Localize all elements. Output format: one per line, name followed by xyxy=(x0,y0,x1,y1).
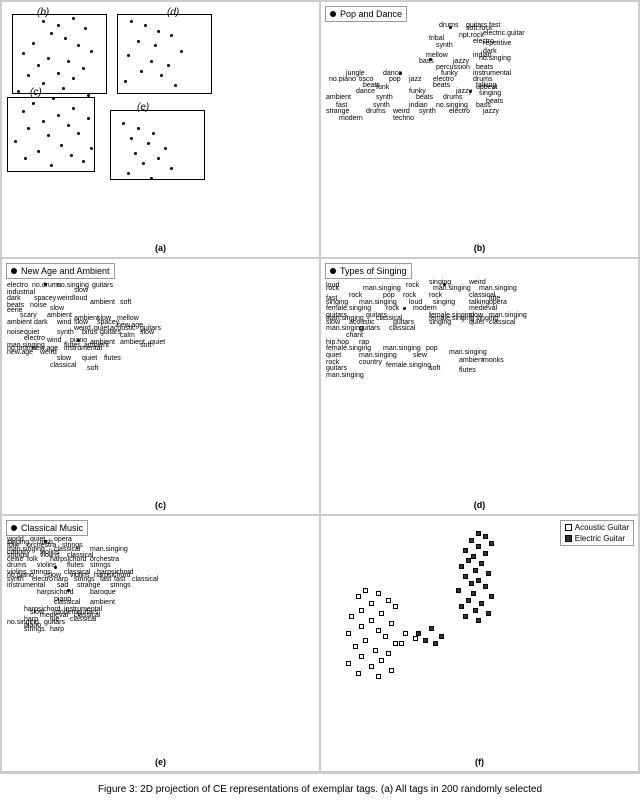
caption-text: Figure 3: 2D projection of CE representa… xyxy=(98,784,542,795)
legend-c-label: New Age and Ambient xyxy=(21,266,110,276)
panel-a-scatter: (b) (d) (c) (e) xyxy=(2,2,319,257)
panel-e-scatter: world quiet opera singing irish folk orc… xyxy=(2,534,319,771)
legend-c-dot xyxy=(11,268,17,274)
legend-d-dot xyxy=(330,268,336,274)
panel-a: (b) (d) (c) (e) xyxy=(1,1,320,258)
legend-b-label: Pop and Dance xyxy=(340,9,402,19)
panel-d: Types of Singing loud rock singing weird… xyxy=(320,258,639,515)
panel-e: Classical Music world quiet opera singin… xyxy=(1,515,320,772)
panel-c-label: (c) xyxy=(155,500,166,510)
bbox-e xyxy=(110,110,205,180)
panel-d-scatter: loud rock singing weird rock man.singing… xyxy=(321,277,638,514)
legend-e-dot xyxy=(11,525,17,531)
figure-caption: Figure 3: 2D projection of CE representa… xyxy=(0,773,640,805)
panel-f-label: (f) xyxy=(475,757,484,767)
panel-b-scatter: soft.rock drums guitars fast npt.rock tr… xyxy=(321,20,638,257)
legend-e-label: Classical Music xyxy=(21,523,83,533)
bbox-d xyxy=(117,14,212,94)
panel-e-label: (e) xyxy=(155,757,166,767)
panel-f-scatter xyxy=(321,516,638,771)
panel-a-label: (a) xyxy=(155,243,166,253)
panel-b-label: (b) xyxy=(474,243,486,253)
main-container: (b) (d) (c) (e) xyxy=(0,0,640,805)
panel-c-scatter: electro no.drums industrial dark spacey … xyxy=(2,277,319,514)
legend-b-dot xyxy=(330,11,336,17)
panels-grid: (b) (d) (c) (e) xyxy=(0,0,640,773)
panel-d-label: (d) xyxy=(474,500,486,510)
panel-b: Pop and Dance soft.rock drums guitars fa… xyxy=(320,1,639,258)
legend-d-label: Types of Singing xyxy=(340,266,407,276)
panel-f: Acoustic Guitar Electric Guitar xyxy=(320,515,639,772)
panel-c: New Age and Ambient electro no.drums ind… xyxy=(1,258,320,515)
